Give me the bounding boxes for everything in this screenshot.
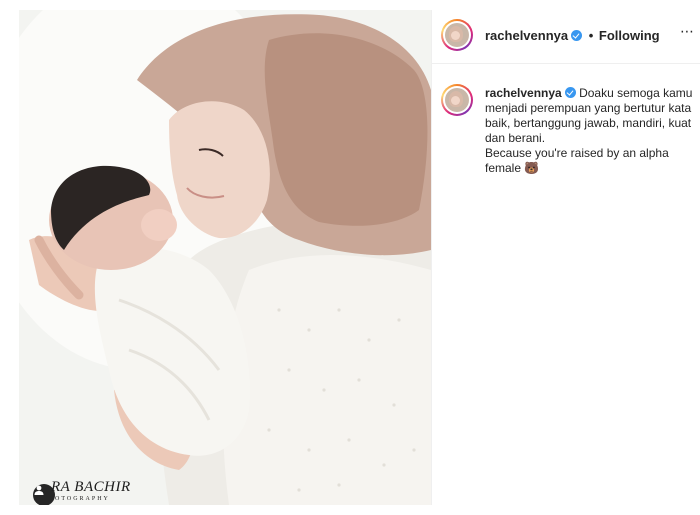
caption-username-link[interactable]: rachelvennya xyxy=(485,86,562,100)
post-photo[interactable]: RA BACHIR OTOGRAPHY xyxy=(19,10,431,505)
post-side-panel: rachelvennya • Following ⋯ rachelvennya … xyxy=(431,10,700,505)
watermark-name: RA BACHIR xyxy=(51,479,131,495)
more-options-icon[interactable]: ⋯ xyxy=(680,24,694,38)
person-icon xyxy=(34,485,44,495)
caption-verified-badge-icon xyxy=(564,87,576,98)
caption-text-block: rachelvennya Doaku semoga kamu menjadi p… xyxy=(485,86,695,176)
verified-badge-icon xyxy=(571,30,583,41)
separator-dot: • xyxy=(588,28,594,43)
watermark-subtitle: OTOGRAPHY xyxy=(55,496,110,502)
post-header: rachelvennya • Following ⋯ xyxy=(431,10,700,64)
profile-avatar[interactable] xyxy=(441,19,473,51)
caption-avatar[interactable] xyxy=(441,84,473,116)
instagram-post: RA BACHIR OTOGRAPHY rachelvennya • Follo… xyxy=(0,0,700,515)
following-button[interactable]: Following xyxy=(599,28,660,43)
username-link[interactable]: rachelvennya xyxy=(485,28,568,43)
mother-and-baby-image xyxy=(19,10,431,505)
photo-watermark: RA BACHIR OTOGRAPHY xyxy=(51,479,131,503)
header-user-line: rachelvennya • Following xyxy=(485,28,660,43)
